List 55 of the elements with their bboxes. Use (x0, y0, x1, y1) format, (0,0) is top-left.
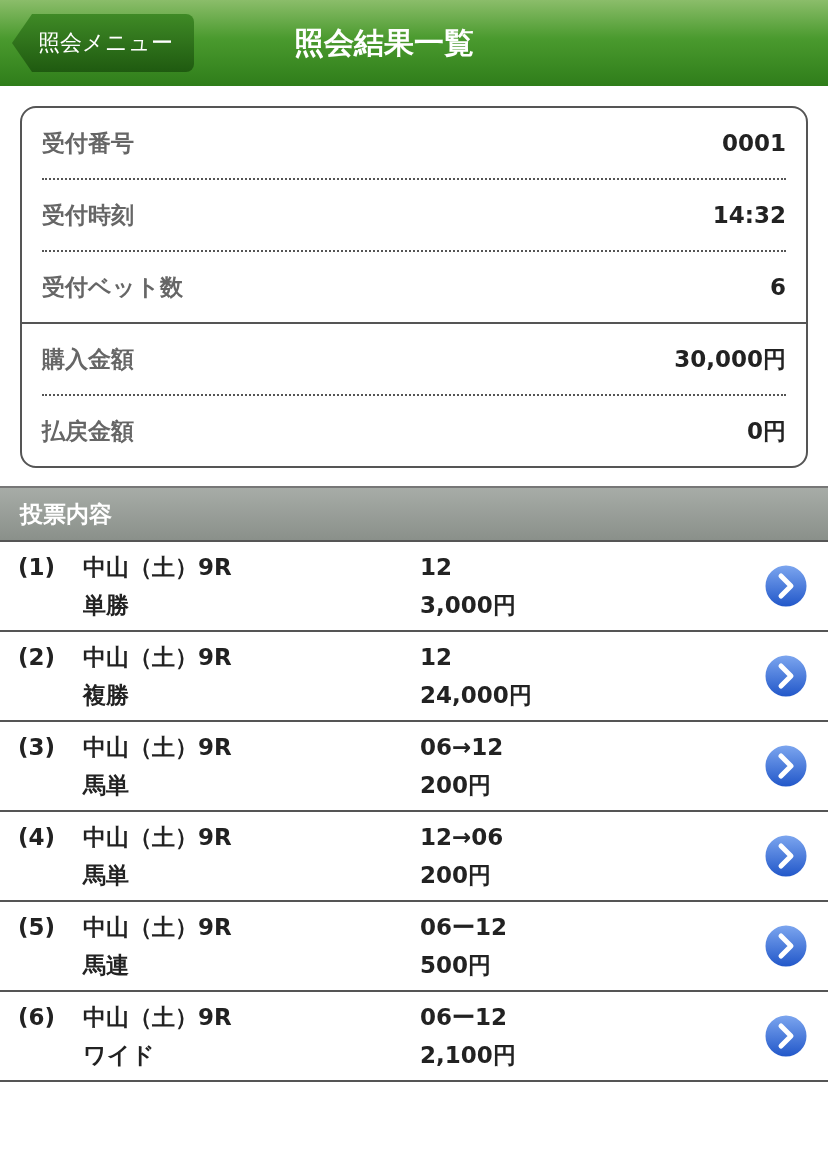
chevron-right-icon[interactable] (762, 1012, 810, 1060)
bet-number: (5) (17, 914, 57, 940)
field-label: 購入金額 (42, 344, 134, 374)
bet-combination: 12 (420, 643, 453, 672)
bet-row[interactable]: (6) 中山（土）9R ワイド 06ー12 2,100円 (0, 990, 828, 1082)
field-label: 受付時刻 (42, 200, 134, 230)
bet-type: ワイド (83, 1041, 156, 1070)
bet-combination: 12→06 (420, 823, 505, 852)
chevron-right-icon[interactable] (762, 562, 810, 610)
chevron-right-icon[interactable] (762, 652, 810, 700)
bet-type: 単勝 (83, 591, 130, 620)
field-value: 6 (770, 274, 786, 300)
bet-type: 馬連 (83, 951, 130, 980)
race-name: 中山（土）9R (83, 913, 233, 942)
bet-combination: 06ー12 (420, 1003, 508, 1032)
field-value: 30,000円 (674, 344, 786, 374)
bet-number: (1) (17, 554, 57, 580)
bet-combination: 06ー12 (420, 913, 508, 942)
bet-row[interactable]: (4) 中山（土）9R 馬単 12→06 200円 (0, 810, 828, 900)
bet-amount: 3,000円 (420, 591, 517, 620)
field-value: 0円 (747, 416, 786, 446)
bet-row[interactable]: (3) 中山（土）9R 馬単 06→12 200円 (0, 720, 828, 810)
bet-type: 馬単 (83, 861, 130, 890)
field-label: 払戻金額 (42, 416, 134, 446)
bet-number: (2) (17, 644, 57, 670)
bet-type: 複勝 (83, 681, 130, 710)
bet-type: 馬単 (83, 771, 130, 800)
race-name: 中山（土）9R (83, 1003, 233, 1032)
race-name: 中山（土）9R (83, 823, 233, 852)
race-name: 中山（土）9R (83, 553, 233, 582)
field-label: 受付ベット数 (42, 272, 183, 302)
bet-number: (3) (17, 734, 57, 760)
bet-row[interactable]: (5) 中山（土）9R 馬連 06ー12 500円 (0, 900, 828, 990)
bet-amount: 200円 (420, 771, 492, 800)
bet-number: (6) (17, 1004, 57, 1030)
race-name: 中山（土）9R (83, 733, 233, 762)
chevron-right-icon[interactable] (762, 922, 810, 970)
bet-amount: 200円 (420, 861, 492, 890)
bet-number: (4) (17, 824, 57, 850)
section-title: 投票内容 (20, 499, 112, 529)
bet-amount: 500円 (420, 951, 492, 980)
bet-row[interactable]: (2) 中山（土）9R 複勝 12 24,000円 (0, 630, 828, 720)
field-label: 受付番号 (42, 128, 134, 158)
page-title: 照会結果一覧 (294, 23, 474, 62)
bet-amount: 24,000円 (420, 681, 533, 710)
field-value: 14:32 (712, 202, 786, 228)
field-value: 0001 (722, 130, 786, 156)
bet-row[interactable]: (1) 中山（土）9R 単勝 12 3,000円 (0, 540, 828, 630)
bet-combination: 06→12 (420, 733, 505, 762)
bet-amount: 2,100円 (420, 1041, 517, 1070)
chevron-right-icon[interactable] (762, 742, 810, 790)
back-button[interactable]: 照会メニュー (12, 14, 194, 72)
race-name: 中山（土）9R (83, 643, 233, 672)
bet-combination: 12 (420, 553, 453, 582)
chevron-right-icon[interactable] (762, 832, 810, 880)
